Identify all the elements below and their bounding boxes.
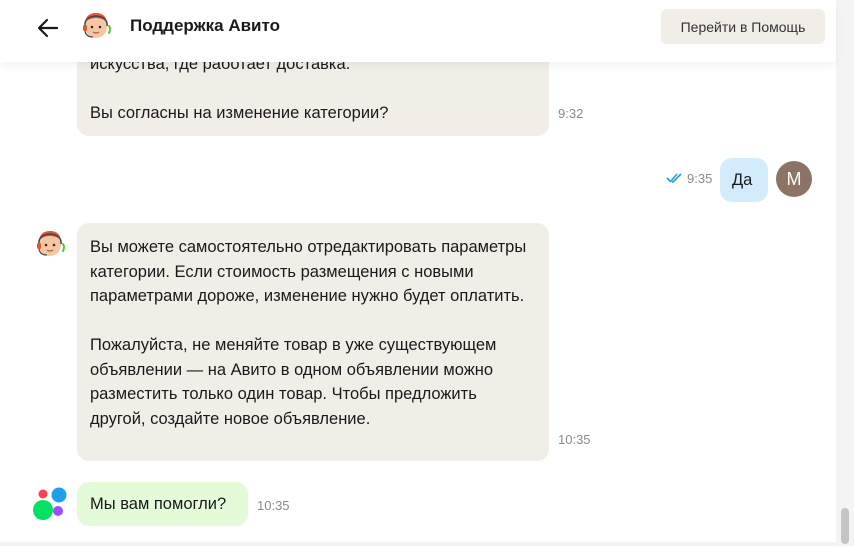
message-paragraph: Пожалуйста, не меняйте товар в уже сущес… — [90, 336, 497, 428]
message-time: 9:32 — [558, 106, 584, 121]
message-time: 9:35 — [687, 171, 713, 186]
user-avatar[interactable]: M — [776, 161, 812, 197]
incoming-message: Вы можете самостоятельно отредактировать… — [77, 223, 549, 461]
outgoing-message: Да — [720, 158, 768, 202]
support-agent-avatar-icon — [37, 231, 65, 256]
message-text: Мы вам помогли? — [90, 495, 227, 513]
user-avatar-initial: M — [786, 168, 802, 189]
avito-logo-icon — [33, 487, 67, 520]
message-paragraph: Вы можете самостоятельно отредактировать… — [90, 238, 527, 305]
scrollbar-track[interactable] — [836, 0, 854, 546]
message-time: 10:35 — [558, 432, 591, 447]
message-time: 10:35 — [257, 498, 290, 513]
divider — [0, 542, 836, 546]
go-to-help-button[interactable]: Перейти в Помощь — [661, 9, 825, 44]
chat-title: Поддержка Авито — [130, 16, 280, 35]
message-paragraph: Вы согласны на изменение категории? — [90, 104, 389, 122]
back-arrow-icon[interactable] — [34, 14, 62, 42]
message-text: Да — [732, 171, 753, 189]
support-agent-avatar-icon — [83, 13, 111, 38]
prompt-message: Мы вам помогли? — [77, 482, 248, 526]
chat-area: искусства, где работает доставка. Вы сог… — [0, 0, 836, 546]
scrollbar-thumb[interactable] — [841, 508, 849, 544]
chat-header: Поддержка Авито Перейти в Помощь — [0, 0, 836, 62]
read-ticks-icon — [666, 173, 682, 183]
